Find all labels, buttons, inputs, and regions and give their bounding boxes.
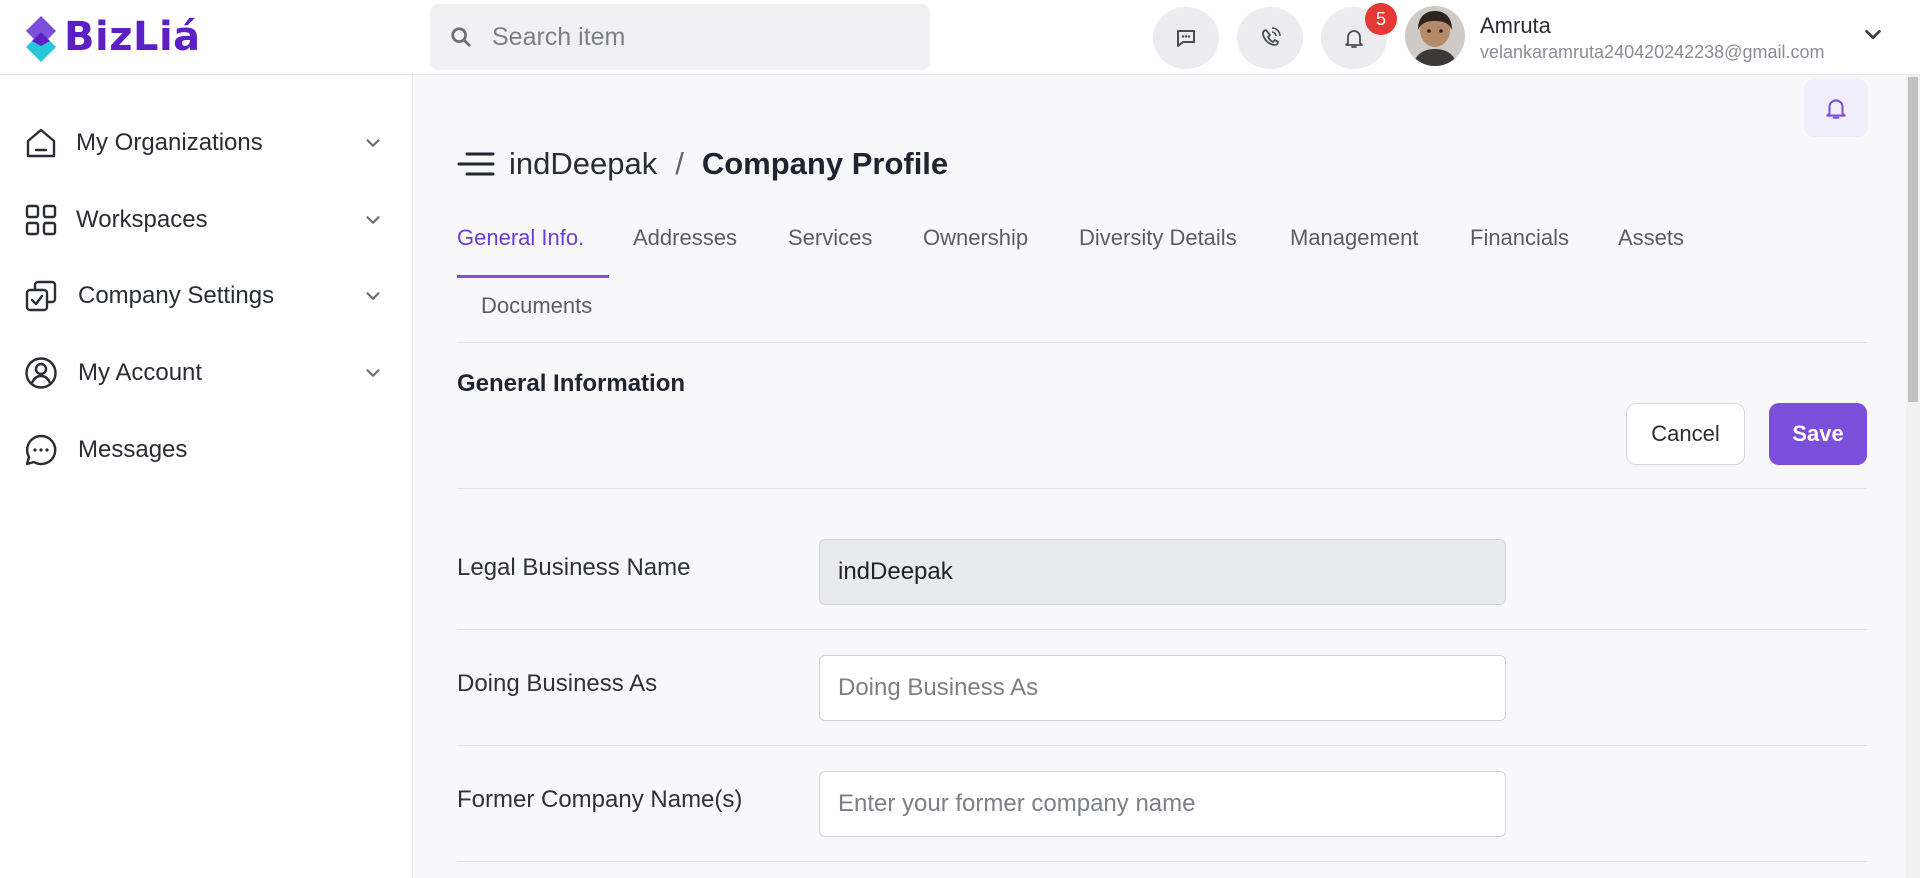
tab-management[interactable]: Management: [1290, 218, 1418, 258]
active-tab-indicator: [457, 275, 609, 278]
search-box[interactable]: [430, 4, 930, 70]
avatar[interactable]: [1405, 6, 1465, 66]
divider: [457, 342, 1867, 343]
bell-icon: [1823, 95, 1849, 121]
chat-bubble-icon: [1174, 26, 1198, 50]
floating-notification-button[interactable]: [1804, 79, 1868, 137]
breadcrumb-separator: /: [675, 146, 684, 181]
brand-logo[interactable]: BizLiá: [22, 12, 201, 62]
chevron-down-icon[interactable]: [362, 285, 384, 307]
tab-diversity-details[interactable]: Diversity Details: [1079, 218, 1237, 258]
tab-assets[interactable]: Assets: [1618, 218, 1684, 258]
field-label-legal-business-name: Legal Business Name: [457, 554, 691, 581]
sidebar-item-workspaces[interactable]: Workspaces: [24, 193, 384, 247]
user-email: velankaramruta240420242238@gmail.com: [1480, 42, 1825, 62]
tab-addresses[interactable]: Addresses: [633, 218, 737, 258]
brand-name: BizLiá: [64, 14, 201, 60]
field-label-doing-business-as: Doing Business As: [457, 670, 658, 697]
bell-icon: [1342, 26, 1366, 50]
home-icon: [24, 126, 58, 160]
doing-business-as-field[interactable]: [819, 655, 1506, 721]
logo-mark-icon: [22, 12, 60, 62]
tab-documents[interactable]: Documents: [481, 286, 592, 326]
divider: [457, 629, 1867, 630]
cancel-button[interactable]: Cancel: [1626, 403, 1745, 465]
notification-count-badge: 5: [1365, 3, 1397, 35]
chevron-down-icon[interactable]: [362, 132, 384, 154]
phone-call-icon: [1258, 26, 1282, 50]
page-scrollbar[interactable]: [1906, 75, 1920, 878]
user-name: Amruta: [1480, 13, 1551, 38]
tab-services[interactable]: Services: [788, 218, 872, 258]
breadcrumb-org[interactable]: indDeepak: [509, 146, 657, 182]
chat-button[interactable]: [1153, 7, 1219, 69]
divider: [457, 745, 1867, 746]
chevron-down-icon[interactable]: [362, 209, 384, 231]
page-title: Company Profile: [701, 146, 949, 181]
tab-general-info[interactable]: General Info.: [457, 218, 584, 258]
chevron-down-icon[interactable]: [362, 362, 384, 384]
section-title: General Information: [457, 370, 686, 397]
sidebar-item-label: My Account: [78, 359, 203, 386]
sidebar: My Organizations Workspaces Company Sett…: [0, 75, 413, 878]
field-label-former-company-names: Former Company Name(s): [457, 786, 743, 813]
user-circle-icon: [24, 356, 58, 390]
sidebar-item-label: Messages: [78, 436, 188, 463]
chat-icon: [24, 433, 58, 467]
sidebar-item-my-account[interactable]: My Account: [24, 346, 384, 400]
menu-toggle-icon[interactable]: [457, 149, 495, 179]
settings-check-icon: [24, 279, 58, 313]
search-input[interactable]: [492, 22, 892, 52]
save-button[interactable]: Save: [1769, 403, 1867, 465]
divider: [457, 488, 1867, 489]
page-header: indDeepak / Company Profile: [457, 142, 948, 186]
sidebar-item-messages[interactable]: Messages: [24, 423, 384, 477]
sidebar-item-label: My Organizations: [76, 129, 263, 156]
sidebar-item-label: Company Settings: [78, 282, 275, 309]
tab-ownership[interactable]: Ownership: [923, 218, 1028, 258]
sidebar-item-my-organizations[interactable]: My Organizations: [24, 116, 384, 170]
sidebar-item-label: Workspaces: [76, 206, 208, 233]
divider: [457, 861, 1867, 862]
sidebar-item-company-settings[interactable]: Company Settings: [24, 269, 384, 323]
call-button[interactable]: [1237, 7, 1303, 69]
former-company-name-field[interactable]: [819, 771, 1506, 837]
scrollbar-thumb[interactable]: [1908, 77, 1918, 402]
grid-icon: [24, 203, 58, 237]
chevron-down-icon[interactable]: [1862, 24, 1884, 46]
tab-financials[interactable]: Financials: [1470, 218, 1569, 258]
legal-business-name-field[interactable]: [819, 539, 1506, 605]
notifications-button[interactable]: 5: [1321, 3, 1397, 69]
search-icon: [450, 26, 472, 48]
top-header: BizLiá 5 Amruta velankaramruta24042024: [0, 0, 1920, 75]
